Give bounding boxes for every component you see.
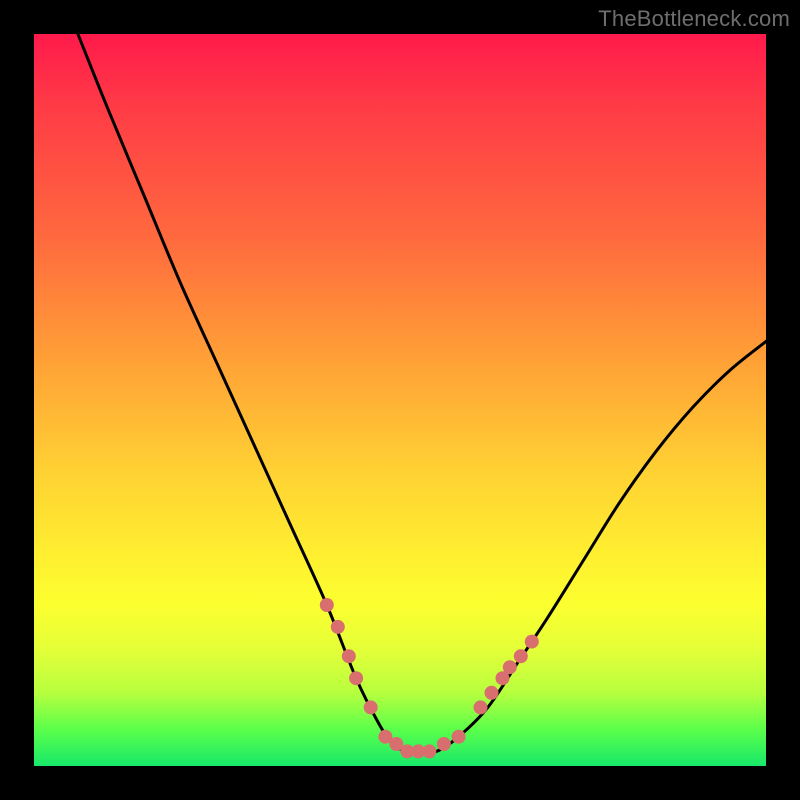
- marker-dot: [474, 700, 488, 714]
- marker-dot: [320, 598, 334, 612]
- marker-dot: [485, 686, 499, 700]
- curve-layer: [34, 34, 766, 766]
- marker-dot: [525, 635, 539, 649]
- marker-dot: [331, 620, 345, 634]
- marker-dot: [364, 700, 378, 714]
- bottleneck-curve: [78, 34, 766, 752]
- marker-dot: [452, 730, 466, 744]
- marker-dot: [422, 744, 436, 758]
- marker-dot: [514, 649, 528, 663]
- marker-dot: [503, 660, 517, 674]
- watermark-text: TheBottleneck.com: [598, 6, 790, 32]
- curve-markers: [320, 598, 539, 758]
- marker-dot: [349, 671, 363, 685]
- chart-frame: TheBottleneck.com: [0, 0, 800, 800]
- marker-dot: [437, 737, 451, 751]
- plot-area: [34, 34, 766, 766]
- marker-dot: [342, 649, 356, 663]
